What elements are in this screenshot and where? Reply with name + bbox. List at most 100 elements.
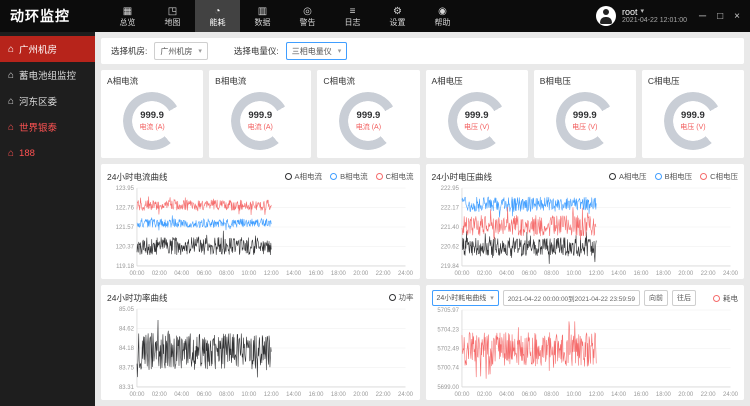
nav-item-overview[interactable]: ▦ 总览 <box>105 0 150 32</box>
user-name: root <box>622 7 638 17</box>
gauge-unit: 电压 (V) <box>464 122 489 132</box>
legend-dot-icon <box>713 295 720 302</box>
power-line-chart: 85.0584.6284.1883.7583.3100:0002:0004:00… <box>107 305 414 398</box>
svg-text:00:00: 00:00 <box>129 392 145 398</box>
house-icon: ⌂ <box>8 44 14 55</box>
gauge-value: 999.9 <box>140 110 164 121</box>
svg-text:08:00: 08:00 <box>543 392 559 398</box>
forward-button[interactable]: 向前 <box>644 290 668 306</box>
date-range-input[interactable]: 2021-04-22 00:00:00到2021-04-22 23:59:59 <box>503 290 640 306</box>
svg-text:83.75: 83.75 <box>119 365 135 371</box>
legend-item-c-current[interactable]: C相电流 <box>376 171 414 182</box>
window-controls: ─ □ × <box>687 0 750 32</box>
svg-text:220.62: 220.62 <box>440 244 459 250</box>
svg-text:06:00: 06:00 <box>521 271 537 277</box>
legend-item-a-current[interactable]: A相电流 <box>285 171 323 182</box>
svg-text:120.37: 120.37 <box>116 244 135 250</box>
svg-text:12:00: 12:00 <box>588 392 604 398</box>
legend-item-b-current[interactable]: B相电流 <box>330 171 368 182</box>
svg-text:22:00: 22:00 <box>376 392 392 398</box>
nav-item-logs[interactable]: ≡ 日志 <box>330 0 375 32</box>
room-select[interactable]: 广州机房 ▾ <box>154 42 208 60</box>
body: ⌂ 广州机房 ⌂ 蓄电池组监控 ⌂ 河东区委 ⌂ 世界银泰 ⌂ 188 <box>0 32 750 406</box>
gauge-unit: 电压 (V) <box>572 122 597 132</box>
nav-item-map[interactable]: ◳ 地图 <box>150 0 195 32</box>
filter-bar: 选择机房: 广州机房 ▾ 选择电量仪: 三相电量仪 ▾ <box>101 38 744 64</box>
svg-text:222.17: 222.17 <box>440 206 459 212</box>
overview-icon: ▦ <box>123 6 132 17</box>
room-select-label: 选择机房: <box>111 45 147 57</box>
svg-text:24:00: 24:00 <box>398 392 413 398</box>
nav-item-data[interactable]: ▥ 数据 <box>240 0 285 32</box>
svg-text:06:00: 06:00 <box>197 392 213 398</box>
minimize-icon[interactable]: ─ <box>699 11 706 22</box>
svg-text:14:00: 14:00 <box>286 271 302 277</box>
svg-text:83.31: 83.31 <box>119 385 135 391</box>
sidebar-item-guangzhou-room[interactable]: ⌂ 广州机房 <box>0 36 95 62</box>
svg-text:121.57: 121.57 <box>116 225 135 231</box>
svg-text:18:00: 18:00 <box>655 392 671 398</box>
svg-text:16:00: 16:00 <box>633 271 649 277</box>
gauge-card-c-voltage: C相电压 999.9 电压 (V) <box>642 70 744 158</box>
voltage-line-chart: 222.95222.17221.40220.62219.8400:0002:00… <box>432 184 739 277</box>
gauge-value: 999.9 <box>357 110 381 121</box>
svg-text:18:00: 18:00 <box>655 271 671 277</box>
gauge-card-b-voltage: B相电压 999.9 电压 (V) <box>534 70 636 158</box>
sidebar-item-battery-monitor[interactable]: ⌂ 蓄电池组监控 <box>0 62 95 88</box>
chevron-down-icon: ▾ <box>338 47 342 55</box>
svg-text:16:00: 16:00 <box>309 392 325 398</box>
maximize-icon[interactable]: □ <box>717 11 723 22</box>
nav-item-settings[interactable]: ⚙ 设置 <box>375 0 420 32</box>
svg-text:20:00: 20:00 <box>678 392 694 398</box>
user-menu[interactable]: root ▾ 2021-04-22 12:01:00 <box>596 0 687 32</box>
nav-item-help[interactable]: ◉ 帮助 <box>420 0 465 32</box>
svg-text:18:00: 18:00 <box>331 392 347 398</box>
svg-text:84.18: 84.18 <box>119 346 135 352</box>
user-avatar[interactable] <box>596 6 616 26</box>
svg-text:20:00: 20:00 <box>353 271 369 277</box>
svg-text:04:00: 04:00 <box>499 271 515 277</box>
backward-button[interactable]: 往后 <box>672 290 696 306</box>
close-icon[interactable]: × <box>734 11 740 22</box>
gauge-unit: 电流 (A) <box>356 122 381 132</box>
svg-text:16:00: 16:00 <box>633 392 649 398</box>
svg-text:04:00: 04:00 <box>499 392 515 398</box>
svg-text:20:00: 20:00 <box>353 392 369 398</box>
gauge-card-b-current: B相电流 999.9 电流 (A) <box>209 70 311 158</box>
sidebar-item-188[interactable]: ⌂ 188 <box>0 140 95 166</box>
svg-text:122.76: 122.76 <box>116 206 135 212</box>
svg-text:08:00: 08:00 <box>219 271 235 277</box>
gauge-card-c-current: C相电流 999.9 电流 (A) <box>317 70 419 158</box>
gauge-value: 999.9 <box>248 110 272 121</box>
log-icon: ≡ <box>350 6 356 17</box>
sidebar-item-shijie-yintai[interactable]: ⌂ 世界银泰 <box>0 114 95 140</box>
svg-text:14:00: 14:00 <box>611 392 627 398</box>
svg-text:222.95: 222.95 <box>440 186 459 192</box>
nav-item-energy[interactable]: ◔ 能耗 <box>195 0 240 32</box>
chart-legend: A相电流 B相电流 C相电流 <box>285 171 414 182</box>
gauge-a-current: 999.9 电流 (A) <box>123 92 181 150</box>
legend-item-c-voltage[interactable]: C相电压 <box>700 171 738 182</box>
svg-text:00:00: 00:00 <box>454 271 470 277</box>
energy-chart-card: 24小时耗电曲线 ▾ 2021-04-22 00:00:00到2021-04-2… <box>426 285 745 400</box>
svg-text:24:00: 24:00 <box>723 271 738 277</box>
svg-text:24:00: 24:00 <box>723 392 738 398</box>
svg-text:10:00: 10:00 <box>241 271 257 277</box>
sidebar-item-hedong[interactable]: ⌂ 河东区委 <box>0 88 95 114</box>
legend-item-b-voltage[interactable]: B相电压 <box>655 171 693 182</box>
svg-text:00:00: 00:00 <box>454 392 470 398</box>
legend-item-energy[interactable]: 耗电 <box>713 293 738 304</box>
help-icon: ◉ <box>438 6 447 17</box>
svg-text:06:00: 06:00 <box>521 392 537 398</box>
svg-text:10:00: 10:00 <box>566 271 582 277</box>
svg-text:20:00: 20:00 <box>678 271 694 277</box>
energy-curve-select[interactable]: 24小时耗电曲线 ▾ <box>432 290 499 306</box>
nav-item-alerts[interactable]: ◎ 警告 <box>285 0 330 32</box>
svg-text:5700.74: 5700.74 <box>437 366 459 372</box>
legend-item-a-voltage[interactable]: A相电压 <box>609 171 647 182</box>
alert-icon: ◎ <box>303 6 312 17</box>
chart-title: 24小时功率曲线 <box>107 292 167 304</box>
gauge-c-voltage: 999.9 电压 (V) <box>664 92 722 150</box>
meter-select[interactable]: 三相电量仪 ▾ <box>286 42 348 60</box>
legend-item-power[interactable]: 功率 <box>389 292 414 303</box>
